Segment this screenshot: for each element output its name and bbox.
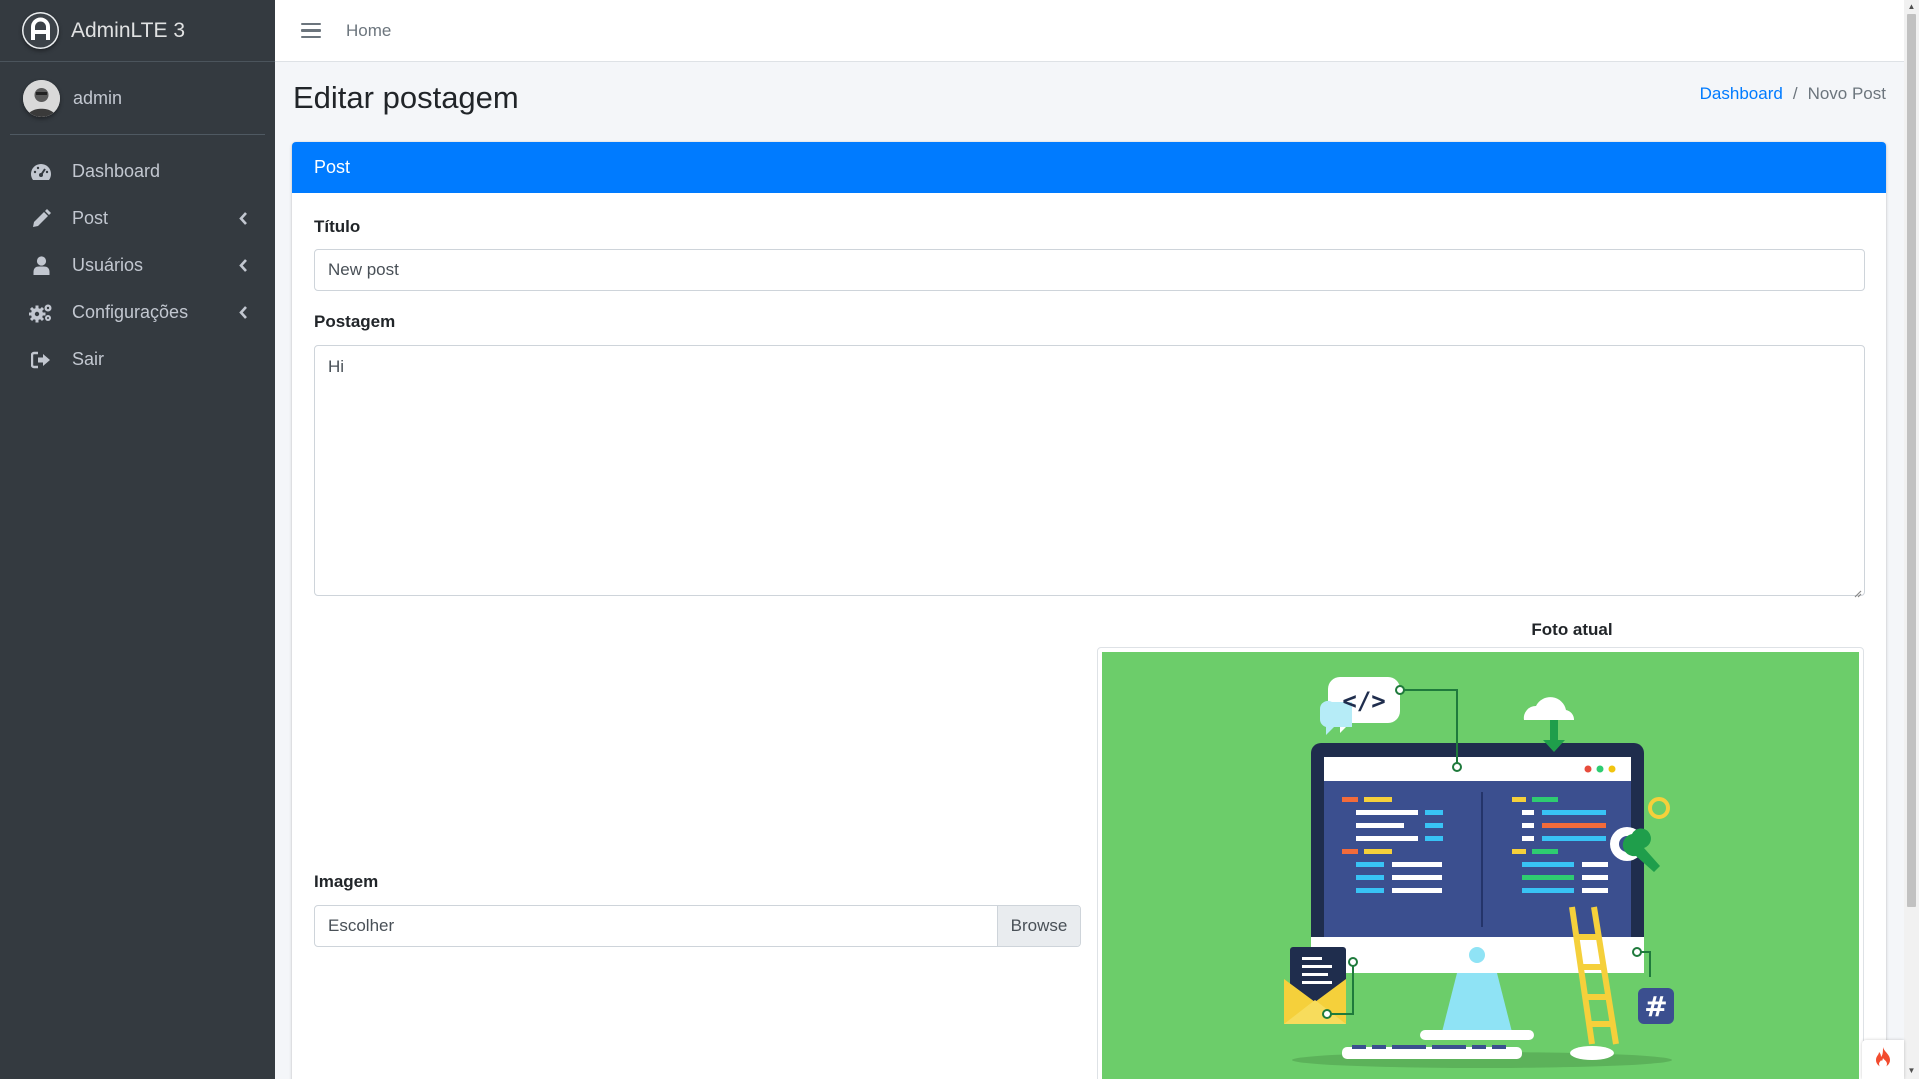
flame-icon bbox=[1874, 1046, 1892, 1073]
scroll-thumb[interactable] bbox=[1907, 14, 1916, 907]
sidebar-item-post[interactable]: Post bbox=[10, 195, 265, 242]
chevron-left-icon bbox=[237, 259, 249, 273]
scroll-down-arrow-icon[interactable]: ▼ bbox=[1907, 1066, 1916, 1075]
postagem-value: Hi bbox=[328, 357, 345, 376]
svg-text:#: # bbox=[1644, 990, 1667, 1023]
resize-grip-icon[interactable] bbox=[1852, 583, 1862, 598]
sign-out-icon bbox=[29, 348, 53, 372]
titulo-value: New post bbox=[328, 260, 399, 279]
page-title: Editar postagem bbox=[293, 80, 519, 115]
sidebar-item-label: Configurações bbox=[72, 302, 189, 322]
user-panel: admin bbox=[10, 62, 265, 135]
sidebar-item-dashboard[interactable]: Dashboard bbox=[10, 148, 265, 195]
brand-link[interactable]: AdminLTE 3 bbox=[0, 0, 275, 62]
foto-atual-label: Foto atual bbox=[1531, 620, 1613, 639]
postagem-textarea[interactable]: Hi bbox=[314, 345, 1865, 598]
sidebar-nav: Dashboard Post Usuários Configurações Sa… bbox=[0, 148, 275, 383]
post-card: Post Título New post Postagem Hi Foto at… bbox=[292, 142, 1886, 1079]
file-placeholder: Escolher bbox=[328, 916, 395, 935]
sidebar-item-label: Dashboard bbox=[72, 161, 161, 181]
home-link[interactable]: Home bbox=[346, 21, 391, 41]
card-title: Post bbox=[314, 157, 351, 177]
titulo-input[interactable]: New post bbox=[314, 249, 1865, 291]
postagem-label: Postagem bbox=[314, 312, 396, 331]
page-scrollbar[interactable]: ▲ ▼ bbox=[1904, 0, 1919, 1079]
imagem-file-input[interactable]: Escolher Browse bbox=[314, 905, 1081, 947]
scroll-up-arrow-icon[interactable]: ▲ bbox=[1907, 2, 1916, 11]
breadcrumb: Dashboard / Novo Post bbox=[1700, 84, 1886, 104]
brand-logo-icon bbox=[22, 12, 59, 49]
sidebar-item-label: Sair bbox=[72, 349, 105, 369]
main-sidebar: AdminLTE 3 admin Dashboard Post Usuários… bbox=[0, 0, 275, 1079]
sidebar-item-label: Usuários bbox=[72, 255, 144, 275]
sidebar-item-configuracoes[interactable]: Configurações bbox=[10, 289, 265, 336]
top-navbar: Home bbox=[275, 0, 1904, 62]
tachometer-icon bbox=[29, 160, 53, 184]
browse-button[interactable]: Browse bbox=[997, 906, 1080, 946]
pencil-icon bbox=[29, 207, 53, 231]
imagem-label: Imagem bbox=[314, 872, 379, 891]
breadcrumb-separator: / bbox=[1792, 84, 1798, 103]
chevron-left-icon bbox=[237, 212, 249, 226]
sidebar-item-usuarios[interactable]: Usuários bbox=[10, 242, 265, 289]
user-name[interactable]: admin bbox=[73, 88, 122, 109]
user-avatar bbox=[23, 79, 60, 117]
sidebar-item-sair[interactable]: Sair bbox=[10, 336, 265, 383]
sidebar-item-label: Post bbox=[72, 208, 109, 228]
breadcrumb-dashboard-link[interactable]: Dashboard bbox=[1700, 84, 1783, 104]
breadcrumb-active: Novo Post bbox=[1807, 84, 1886, 103]
web-development-illustration: </> # bbox=[1102, 652, 1859, 1079]
menu-toggle-icon[interactable] bbox=[301, 21, 321, 41]
current-photo-thumbnail: </> # bbox=[1097, 647, 1864, 1079]
code-bubble-text: </> bbox=[1342, 687, 1385, 715]
content-wrapper: Editar postagem Dashboard / Novo Post Po… bbox=[275, 62, 1904, 1079]
fire-button[interactable] bbox=[1862, 1040, 1904, 1079]
titulo-label: Título bbox=[314, 217, 361, 236]
card-header: Post bbox=[292, 142, 1886, 193]
user-icon bbox=[29, 254, 53, 278]
current-photo-image: </> # bbox=[1102, 652, 1859, 1079]
chevron-left-icon bbox=[237, 306, 249, 320]
cogs-icon bbox=[29, 301, 53, 325]
brand-text: AdminLTE 3 bbox=[71, 18, 185, 42]
